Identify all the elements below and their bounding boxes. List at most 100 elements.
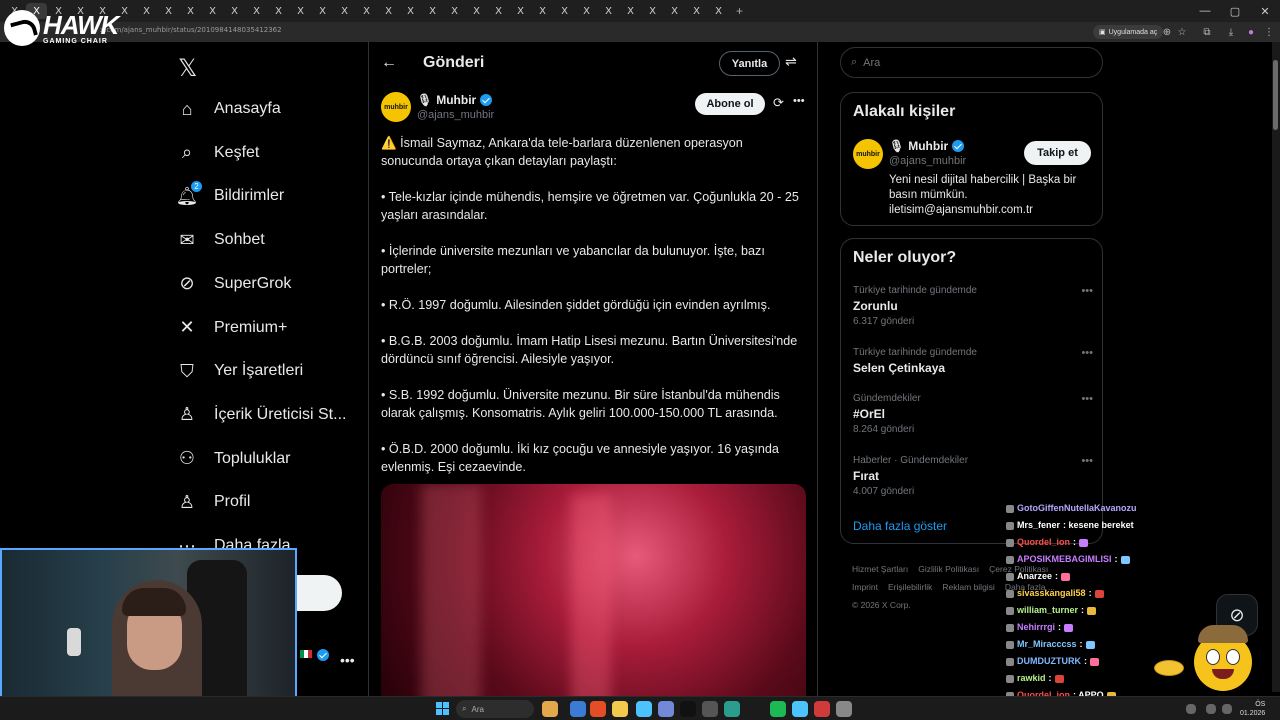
browser-tab[interactable]: X (510, 3, 531, 19)
browser-tab[interactable]: X (378, 3, 399, 19)
back-arrow-icon[interactable]: ← (381, 54, 397, 72)
account-menu-icon[interactable]: ••• (340, 652, 355, 668)
browser-tab[interactable]: X (136, 3, 157, 19)
browser-tab[interactable]: X (488, 3, 509, 19)
chat-username[interactable]: Nehirrrgi (1017, 619, 1055, 636)
browser-tab[interactable]: X (334, 3, 355, 19)
nav-item-profile[interactable]: ♙ Profil (176, 487, 251, 517)
chat-username[interactable]: APOSIKMEBAGIMLISI (1017, 551, 1112, 568)
chrome-icon[interactable] (590, 701, 606, 717)
reply-button[interactable]: Yanıtla (719, 51, 780, 76)
tiktok-icon[interactable] (680, 701, 696, 717)
browser-tab[interactable]: X (224, 3, 245, 19)
browser-tab[interactable]: X (664, 3, 685, 19)
browser-menu-icon[interactable]: ⋮ (1262, 25, 1276, 39)
chat-username[interactable]: sivasskangali58 (1017, 585, 1086, 602)
subscribe-button[interactable]: Abone ol (695, 93, 765, 115)
show-more-link[interactable]: Daha fazla göster (853, 519, 947, 533)
app-icon[interactable] (836, 701, 852, 717)
folder-icon[interactable] (612, 701, 628, 717)
more-options-icon[interactable]: ••• (793, 95, 805, 107)
edge-icon[interactable] (570, 701, 586, 717)
chat-username[interactable]: Mr_Miracccss (1017, 636, 1077, 653)
zoom-icon[interactable]: ⊕ (1160, 25, 1174, 39)
url-field[interactable]: x.com/ajans_muhbir/status/20109841480354… (100, 26, 282, 34)
browser-tab[interactable]: X (400, 3, 421, 19)
nav-item-bell[interactable]: 🔔︎ 2 Bildirimler (176, 181, 284, 211)
browser-tab[interactable]: X (466, 3, 487, 19)
browser-tab[interactable]: X (246, 3, 267, 19)
author-name[interactable]: 🎙 Muhbir (417, 93, 493, 107)
footer-link[interactable]: Reklam bilgisi (942, 582, 994, 592)
trend-more-icon[interactable]: ••• (1081, 347, 1093, 359)
nav-item-creator[interactable]: ♙ İçerik Üreticisi St... (176, 400, 347, 430)
nav-item-bookmark[interactable]: ⛉ Yer İşaretleri (176, 356, 303, 386)
scrollbar[interactable] (1272, 42, 1280, 692)
filter-settings-icon[interactable]: ⇌ (785, 53, 797, 70)
browser-tab[interactable]: X (268, 3, 289, 19)
chat-username[interactable]: DUMDUZTURK (1017, 653, 1081, 670)
browser-tab[interactable]: X (158, 3, 179, 19)
browser-tab[interactable]: X (686, 3, 707, 19)
tray-chevron-icon[interactable] (1186, 704, 1196, 714)
network-icon[interactable] (1206, 704, 1216, 714)
browser-icon[interactable] (636, 701, 652, 717)
browser-tab[interactable]: X (642, 3, 663, 19)
related-avatar[interactable]: muhbir (853, 139, 883, 169)
app-icon[interactable] (724, 701, 740, 717)
author-handle[interactable]: @ajans_muhbir (417, 109, 494, 121)
x-logo-icon[interactable]: 𝕏 (178, 54, 197, 82)
close-window-button[interactable]: ✕ (1250, 0, 1280, 22)
author-avatar[interactable]: muhbir (381, 92, 411, 122)
new-tab-icon[interactable]: + (736, 4, 743, 18)
chat-username[interactable]: Quordel_ion (1017, 534, 1070, 551)
app-icon[interactable] (702, 701, 718, 717)
chat-username[interactable]: Anarzee (1017, 568, 1052, 585)
windows-start-icon[interactable] (436, 702, 449, 715)
browser-tab[interactable]: X (576, 3, 597, 19)
chat-username[interactable]: Mrs_fener (1017, 517, 1060, 534)
browser-tab[interactable]: X (180, 3, 201, 19)
chat-username[interactable]: william_turner (1017, 602, 1078, 619)
minimize-button[interactable]: — (1190, 0, 1220, 22)
trend-more-icon[interactable]: ••• (1081, 455, 1093, 467)
browser-tab[interactable]: X (290, 3, 311, 19)
browser-tab[interactable]: X (598, 3, 619, 19)
trend-item[interactable]: Gündemdekiler #OrEl 8.264 gönderi ••• (853, 393, 1093, 435)
browser-tab[interactable]: X (356, 3, 377, 19)
trend-item[interactable]: Türkiye tarihinde gündemde Selen Çetinkay… (853, 347, 1093, 375)
app-icon[interactable] (814, 701, 830, 717)
nav-item-x[interactable]: ✕ Premium+ (176, 313, 287, 343)
taskbar-search[interactable]: ⌕ Ara (456, 700, 534, 718)
related-handle[interactable]: @ajans_muhbir (889, 155, 966, 167)
trend-more-icon[interactable]: ••• (1081, 285, 1093, 297)
browser-tab[interactable]: X (202, 3, 223, 19)
trend-item[interactable]: Haberler · Gündemdekiler Fırat 4.007 gönde… (853, 455, 1093, 497)
volume-icon[interactable] (1222, 704, 1232, 714)
footer-link[interactable]: Gizlilik Politikası (918, 564, 979, 574)
trend-more-icon[interactable]: ••• (1081, 393, 1093, 405)
scroll-thumb[interactable] (1273, 60, 1278, 130)
nav-item-home[interactable]: ⌂ Anasayfa (176, 94, 281, 124)
browser-tab[interactable]: X (532, 3, 553, 19)
nav-item-search[interactable]: ⌕ Keşfet (176, 138, 259, 168)
chat-username[interactable]: rawkid (1017, 670, 1046, 687)
extensions-icon[interactable]: ⧉ (1200, 25, 1214, 39)
browser-tab[interactable]: X (422, 3, 443, 19)
browser-tab[interactable]: X (708, 3, 729, 19)
grok-explain-icon[interactable]: ⟳ (773, 95, 784, 111)
footer-link[interactable]: Hizmet Şartları (852, 564, 908, 574)
discord-icon[interactable] (658, 701, 674, 717)
spotify-icon[interactable] (770, 701, 786, 717)
related-name[interactable]: 🎙 Muhbir (889, 139, 965, 153)
clock[interactable]: ÖS 01.2026 (1240, 700, 1265, 718)
nav-item-grok[interactable]: ⊘ SuperGrok (176, 269, 291, 299)
nav-item-communities[interactable]: ⚇ Topluluklar (176, 444, 291, 474)
trend-item[interactable]: Türkiye tarihinde gündemde Zorunlu 6.317 g… (853, 285, 1093, 327)
open-in-app-button[interactable]: ▣ Uygulamada aç (1093, 25, 1164, 39)
bookmark-star-icon[interactable]: ☆ (1175, 25, 1189, 39)
search-input[interactable]: ⌕ Ara (840, 47, 1103, 78)
footer-link[interactable]: Imprint (852, 582, 878, 592)
maximize-button[interactable]: ▢ (1220, 0, 1250, 22)
tweet-media-image[interactable] (381, 484, 806, 720)
